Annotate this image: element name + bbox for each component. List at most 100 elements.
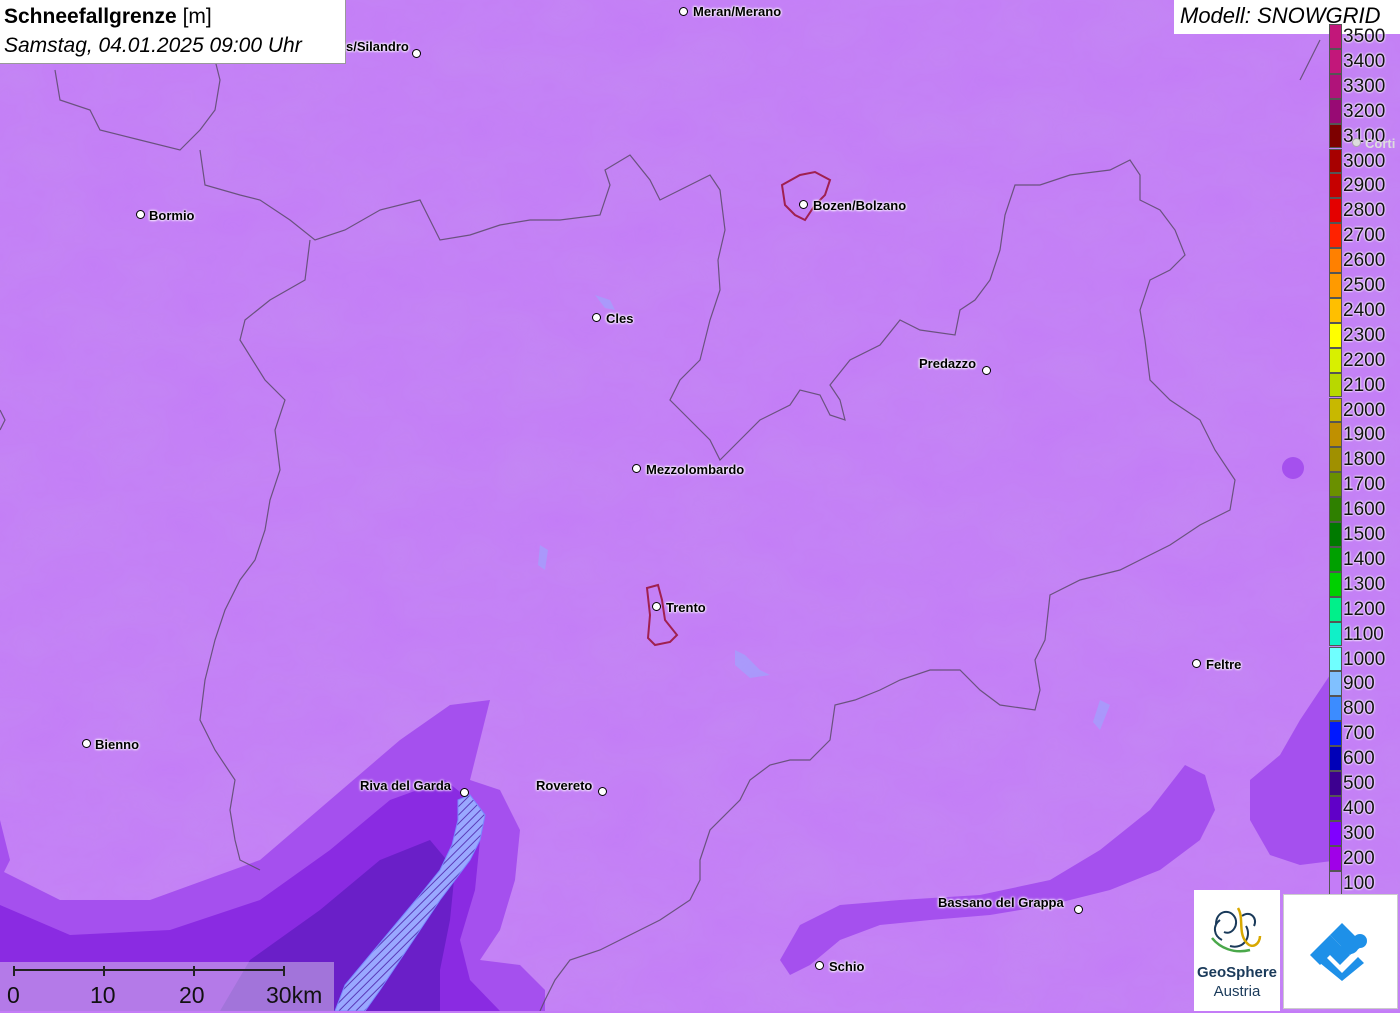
legend-entry-1800: 1800 [1329,447,1400,473]
legend-entry-900: 900 [1329,671,1400,697]
city-marker-feltre[interactable] [1192,659,1201,668]
legend-entry-1000: 1000 [1329,646,1400,672]
snowfall-map[interactable] [0,0,1400,1011]
legend-entry-700: 700 [1329,721,1400,747]
legend-label: 2900 [1343,175,1386,197]
legend-swatch [1329,671,1342,697]
legend-entry-3300: 3300 [1329,73,1400,99]
city-label-s-silandro: s/Silandro [346,39,409,54]
legend-label: 1200 [1343,598,1386,620]
legend-label: 2800 [1343,200,1386,222]
legend-swatch [1329,273,1342,298]
legend-swatch [1329,771,1342,796]
legend-swatch [1329,621,1342,647]
city-label-corti: Corti [1365,136,1396,151]
map-datetime: Samstag, 04.01.2025 09:00 Uhr [4,34,302,57]
city-marker-mezzolombardo[interactable] [632,464,641,473]
legend-label: 500 [1343,773,1375,794]
legend-entry-1100: 1100 [1329,621,1400,647]
scale-label-0: 0 [7,982,20,1008]
legend-entry-300: 300 [1329,820,1400,846]
city-marker-bormio[interactable] [136,210,145,219]
legend-label: 3400 [1343,50,1386,72]
legend-entry-3200: 3200 [1329,98,1400,124]
city-marker-cles[interactable] [592,313,601,322]
legend-label: 2600 [1343,250,1386,272]
legend-label: 600 [1343,748,1375,770]
legend-swatch [1329,297,1342,323]
legend-swatch [1329,820,1342,846]
legend-swatch [1329,198,1342,224]
legend-swatch [1329,123,1342,149]
legend-label: 300 [1343,822,1375,844]
city-label-mezzolombardo: Mezzolombardo [646,462,745,477]
map-title-box: Schneefallgrenze [m] Samstag, 04.01.2025… [0,0,346,64]
legend-swatch [1329,397,1342,423]
legend-swatch [1329,422,1342,448]
city-marker-bassano-del-grappa[interactable] [1074,905,1083,914]
city-marker-bienno[interactable] [82,739,91,748]
legend-swatch [1329,646,1342,672]
city-label-bormio: Bormio [149,208,195,223]
legend-swatch [1329,372,1342,398]
legend-swatch [1329,322,1342,348]
city-marker-bozen-bolzano[interactable] [799,200,808,209]
legend-entry-1700: 1700 [1329,472,1400,498]
legend-entry-100: 100 [1329,870,1400,896]
legend-entry-2100: 2100 [1329,372,1400,398]
city-marker-trento[interactable] [652,602,661,611]
legend-label: 100 [1343,872,1375,894]
legend-swatch [1329,447,1342,473]
city-marker-predazzo[interactable] [982,366,991,375]
legend-swatch [1329,870,1342,896]
city-label-rovereto: Rovereto [536,778,593,793]
scale-bar: 0 10 20 30km [0,962,334,1011]
legend-swatch [1329,746,1342,771]
legend-swatch [1329,98,1342,124]
legend-entry-2500: 2500 [1329,273,1400,298]
legend-entry-3500: 3500 [1329,24,1400,49]
legend-entry-800: 800 [1329,696,1400,722]
legend-label: 1900 [1343,424,1386,446]
legend-swatch [1329,24,1342,49]
city-marker-rovereto[interactable] [598,787,607,796]
legend-entry-2200: 2200 [1329,347,1400,373]
legend-entry-2600: 2600 [1329,248,1400,273]
legend-swatch [1329,795,1342,821]
legend-label: 800 [1343,698,1375,720]
legend-entry-200: 200 [1329,845,1400,871]
legend-entry-500: 500 [1329,771,1400,796]
city-marker-meran-merano[interactable] [679,7,688,16]
city-marker-schio[interactable] [815,961,824,970]
geosphere-logo[interactable]: GeoSphere Austria [1194,890,1280,1011]
city-label-cles: Cles [606,311,634,326]
legend-label: 900 [1343,673,1375,695]
city-label-riva-del-garda: Riva del Garda [360,778,452,793]
city-marker-corti[interactable] [1352,138,1361,147]
city-marker-s-silandro[interactable] [412,49,421,58]
geosphere-emblem-icon [1211,907,1262,953]
legend-swatch [1329,148,1342,174]
legend-swatch [1329,522,1342,547]
legend-entry-2300: 2300 [1329,322,1400,348]
scale-label-30km: 30km [266,982,323,1008]
legend-swatch [1329,546,1342,572]
scale-label-10: 10 [90,982,116,1008]
legend-entry-2400: 2400 [1329,297,1400,323]
legend-label: 700 [1343,723,1375,745]
legend-label: 1500 [1343,524,1386,545]
legend-label: 2500 [1343,275,1386,296]
legend-label: 2100 [1343,374,1386,396]
legend-label: 1000 [1343,648,1386,670]
band-200-spot [1282,457,1304,479]
city-label-trento: Trento [666,600,706,615]
color-legend: 3500 3400 3300 3200 3100 3000 2900 2800 2700 2600… [1329,24,1400,896]
app-logo[interactable] [1283,894,1398,1009]
city-label-bienno: Bienno [95,737,140,752]
legend-entry-1600: 1600 [1329,497,1400,522]
city-marker-riva-del-garda[interactable] [460,788,469,797]
legend-swatch [1329,472,1342,498]
legend-entry-2000: 2000 [1329,397,1400,423]
legend-label: 2300 [1343,324,1386,346]
city-label-bassano-del-grappa: Bassano del Grappa [938,895,1064,910]
